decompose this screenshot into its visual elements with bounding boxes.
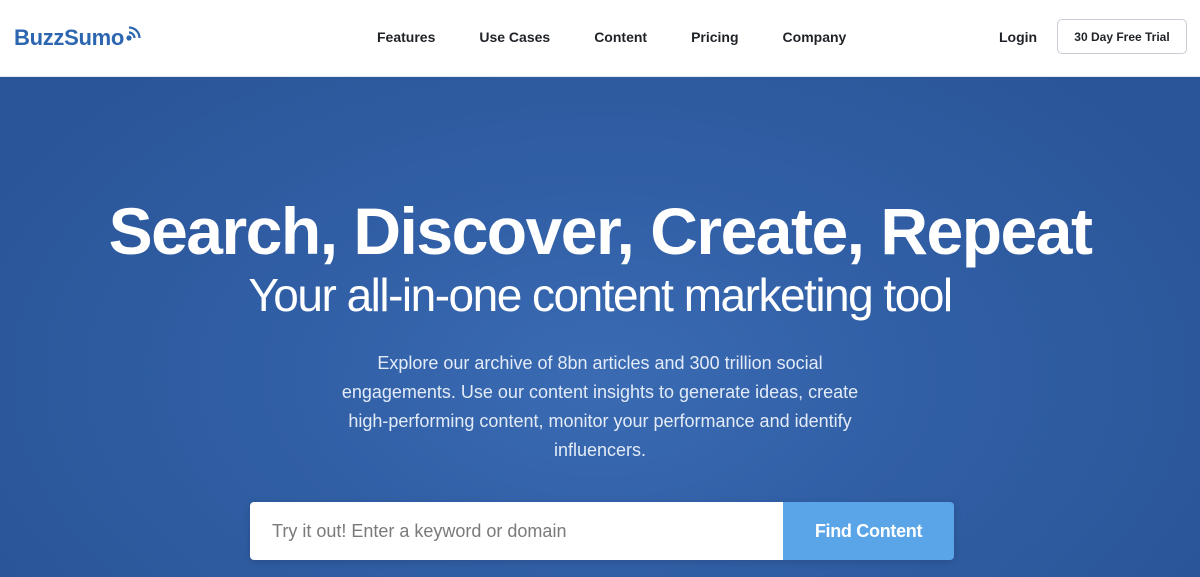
login-link[interactable]: Login — [999, 27, 1037, 47]
top-navigation-bar: BuzzSumo Features Use Cases Content Pric… — [0, 0, 1200, 77]
nav-item-pricing[interactable]: Pricing — [691, 27, 738, 47]
signal-waves-icon — [126, 26, 141, 41]
hero-headline: Search, Discover, Create, Repeat — [108, 194, 1093, 268]
find-content-button[interactable]: Find Content — [783, 502, 954, 560]
free-trial-button[interactable]: 30 Day Free Trial — [1057, 19, 1187, 54]
hero-section: Search, Discover, Create, Repeat Your al… — [0, 77, 1200, 577]
nav-item-content[interactable]: Content — [594, 27, 647, 47]
main-nav: Features Use Cases Content Pricing Compa… — [377, 27, 890, 47]
logo-text: BuzzSumo — [14, 25, 125, 50]
search-form: Find Content — [250, 502, 954, 560]
nav-item-features[interactable]: Features — [377, 27, 435, 47]
buzzsumo-logo[interactable]: BuzzSumo — [14, 22, 143, 54]
hero-subheadline: Your all-in-one content marketing tool — [248, 269, 953, 321]
nav-item-company[interactable]: Company — [783, 27, 847, 47]
nav-item-use-cases[interactable]: Use Cases — [479, 27, 550, 47]
hero-description: Explore our archive of 8bn articles and … — [341, 353, 859, 460]
search-input[interactable] — [250, 502, 783, 560]
